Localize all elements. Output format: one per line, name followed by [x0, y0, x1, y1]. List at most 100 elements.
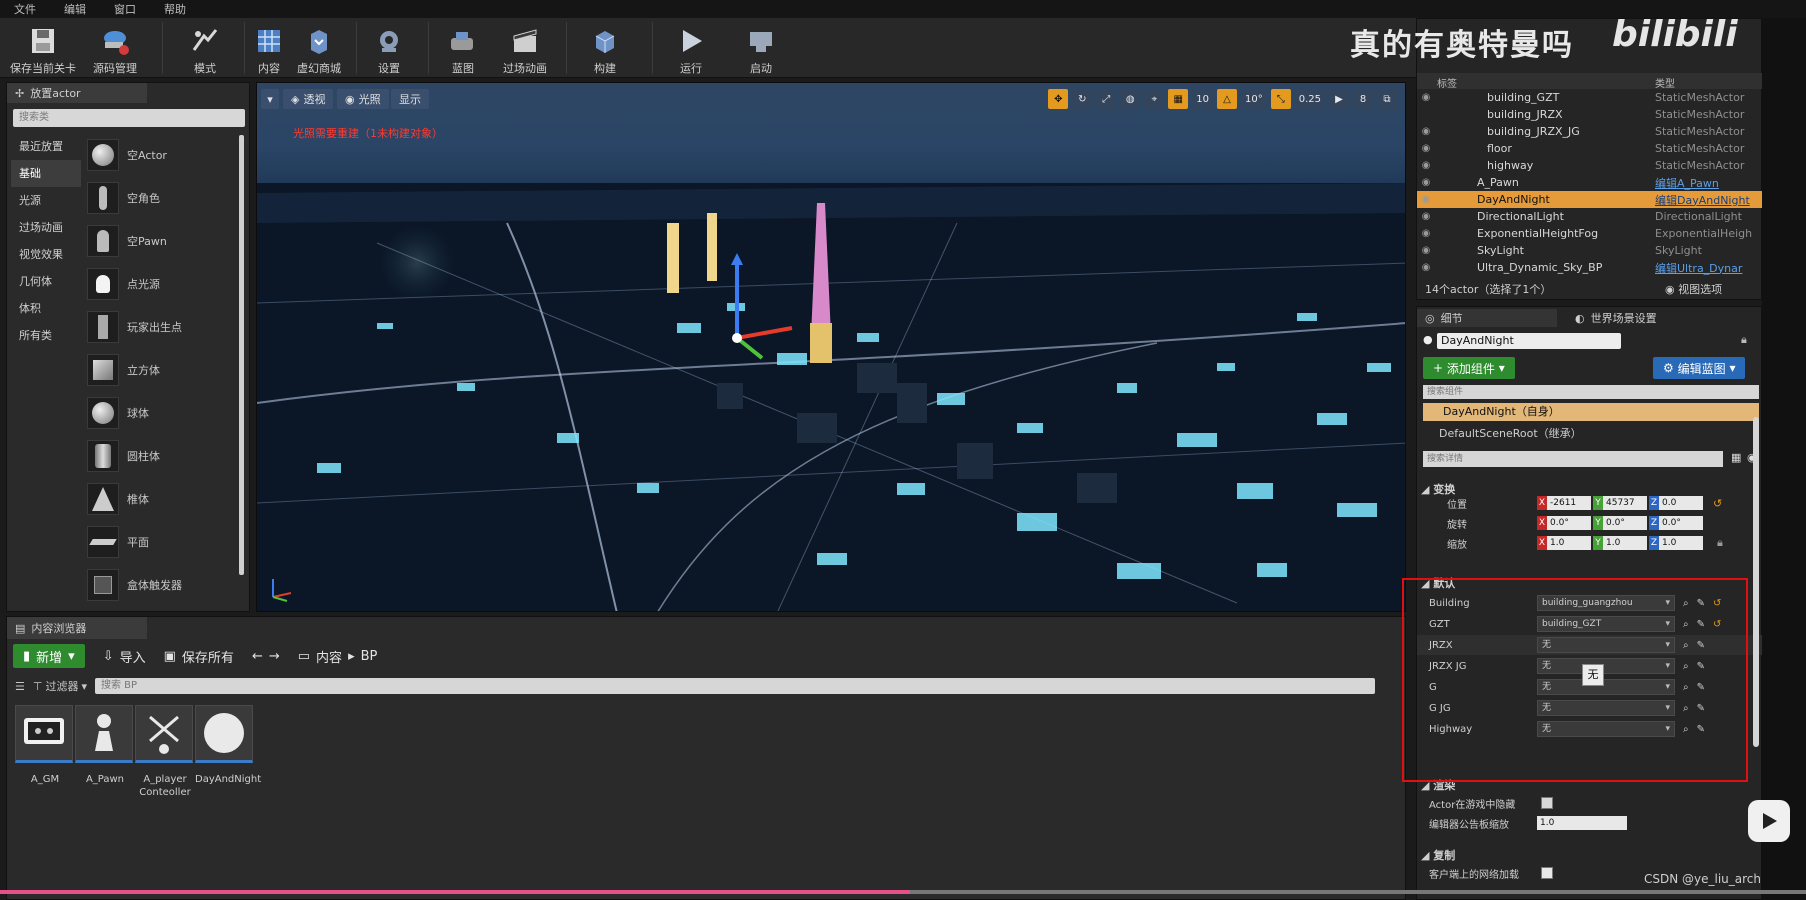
- category-all-classes[interactable]: 所有类: [11, 322, 81, 349]
- add-new-button[interactable]: ▮ 新增 ▾: [13, 644, 85, 668]
- edit-blueprint-link[interactable]: 编辑DayAndNight: [1655, 192, 1750, 208]
- outliner-row[interactable]: ◉ A_Pawn 编辑A_Pawn: [1417, 174, 1763, 191]
- menu-help[interactable]: 帮助: [164, 1, 186, 17]
- rotation-y-value[interactable]: 0.0°: [1603, 516, 1647, 530]
- outliner-row[interactable]: ◉ building_GZT StaticMeshActor: [1417, 89, 1763, 106]
- location-x-value[interactable]: -2611: [1547, 496, 1591, 510]
- outliner-row[interactable]: building_JRZX StaticMeshActor: [1417, 106, 1763, 123]
- settings-button[interactable]: 设置: [354, 22, 424, 76]
- view-options-button[interactable]: ◉ 视图选项: [1665, 281, 1722, 297]
- cinematics-button[interactable]: 过场动画: [490, 22, 560, 76]
- level-viewport[interactable]: ▾ ◈ 透视 ◉ 光照 显示 光照需要重建（1未构建对象） ✥ ↻ ⤢ ◍ ⌖ ▦ …: [256, 82, 1406, 612]
- scale-snap-icon[interactable]: ⤡: [1270, 89, 1291, 109]
- eye-icon[interactable]: ◉: [1417, 92, 1435, 103]
- actor-name-field[interactable]: DayAndNight: [1437, 333, 1621, 349]
- outliner-row[interactable]: ◉ floor StaticMeshActor: [1417, 140, 1763, 157]
- scale-tool-icon[interactable]: ⤢: [1096, 89, 1117, 109]
- filter-button[interactable]: ⊤ 过滤器 ▾: [33, 678, 87, 694]
- rotation-x[interactable]: X 0.0°: [1537, 516, 1591, 530]
- component-root-row[interactable]: DefaultSceneRoot（继承）: [1439, 425, 1582, 441]
- component-search-input[interactable]: 搜索组件: [1423, 385, 1759, 399]
- camera-speed-value[interactable]: 8: [1353, 89, 1373, 109]
- scale-z[interactable]: Z 1.0: [1649, 536, 1703, 550]
- perspective-button[interactable]: ◈ 透视: [283, 89, 334, 109]
- place-panel-scrollbar[interactable]: [239, 135, 244, 575]
- build-button[interactable]: 构建: [570, 22, 640, 76]
- camera-speed-icon[interactable]: ▶: [1329, 89, 1349, 109]
- lit-button[interactable]: ◉ 光照: [337, 89, 389, 109]
- save-all-button[interactable]: ▣ 保存所有: [164, 647, 234, 666]
- outliner-row[interactable]: ◉ building_JRZX_JG StaticMeshActor: [1417, 123, 1763, 140]
- rotation-z[interactable]: Z 0.0°: [1649, 516, 1703, 530]
- maximize-viewport-icon[interactable]: ⧉: [1377, 89, 1397, 109]
- category-geometry[interactable]: 几何体: [11, 268, 81, 295]
- rotation-snap-value[interactable]: 10°: [1241, 89, 1267, 109]
- grid-view-icon[interactable]: ▦: [1731, 451, 1741, 464]
- location-y-value[interactable]: 45737: [1603, 496, 1647, 510]
- breadcrumb-bp[interactable]: BP: [361, 649, 378, 664]
- place-item-plane[interactable]: 平面: [87, 520, 243, 563]
- lock-icon[interactable]: 🔒︎: [1741, 333, 1747, 347]
- outliner-row-selected[interactable]: ◉ DayAndNight 编辑DayAndNight: [1417, 191, 1763, 208]
- import-button[interactable]: ⇩ 导入: [103, 647, 146, 666]
- play-button[interactable]: 运行: [656, 22, 726, 76]
- scale-y[interactable]: Y 1.0: [1593, 536, 1647, 550]
- hidden-in-game-checkbox[interactable]: [1541, 797, 1553, 809]
- billboard-scale-value[interactable]: 1.0: [1537, 816, 1627, 830]
- scale-z-value[interactable]: 1.0: [1659, 536, 1703, 550]
- category-lights[interactable]: 光源: [11, 187, 81, 214]
- eye-icon[interactable]: ◉: [1417, 160, 1435, 171]
- eye-icon[interactable]: ◉: [1417, 126, 1435, 137]
- asset-tile-player-controller[interactable]: A_player Conteoller: [135, 705, 195, 799]
- show-button[interactable]: 显示: [391, 89, 429, 109]
- rotate-tool-icon[interactable]: ↻: [1072, 89, 1093, 109]
- location-z-value[interactable]: 0.0: [1659, 496, 1703, 510]
- place-item-cube[interactable]: 立方体: [87, 348, 243, 391]
- location-y[interactable]: Y 45737: [1593, 496, 1647, 510]
- video-play-icon[interactable]: [1748, 800, 1790, 842]
- asset-tile-a-pawn[interactable]: A_Pawn: [75, 705, 135, 786]
- scale-snap-value[interactable]: 0.25: [1294, 89, 1325, 109]
- eye-icon[interactable]: ◉: [1417, 262, 1435, 273]
- rotation-y[interactable]: Y 0.0°: [1593, 516, 1647, 530]
- translate-tool-icon[interactable]: ✥: [1048, 89, 1069, 109]
- reset-icon[interactable]: ↺: [1713, 497, 1722, 510]
- rotation-snap-icon[interactable]: △: [1217, 89, 1237, 109]
- category-volumes[interactable]: 体积: [11, 295, 81, 322]
- breadcrumb-content[interactable]: 内容: [316, 647, 342, 666]
- place-item-cylinder[interactable]: 圆柱体: [87, 434, 243, 477]
- category-basic[interactable]: 基础: [11, 160, 81, 187]
- details-scrollbar[interactable]: [1753, 417, 1759, 747]
- outliner-row[interactable]: ◉ Ultra_Dynamic_Sky_BP 编辑Ultra_Dynar: [1417, 259, 1763, 276]
- eye-icon[interactable]: ◉: [1417, 228, 1435, 239]
- tab-place-actor[interactable]: ✢ 放置actor: [7, 83, 147, 103]
- place-item-point-light[interactable]: 点光源: [87, 262, 243, 305]
- edit-blueprint-button[interactable]: ⚙ 编辑蓝图 ▾: [1653, 357, 1746, 379]
- menu-window[interactable]: 窗口: [114, 1, 136, 17]
- place-item-empty-pawn[interactable]: 空Pawn: [87, 219, 243, 262]
- place-item-cone[interactable]: 椎体: [87, 477, 243, 520]
- source-control-button[interactable]: 源码管理: [80, 22, 150, 76]
- add-component-button[interactable]: + 添加组件 ▾: [1423, 357, 1515, 379]
- place-item-sphere[interactable]: 球体: [87, 391, 243, 434]
- scale-y-value[interactable]: 1.0: [1603, 536, 1647, 550]
- grid-snap-icon[interactable]: ▦: [1168, 89, 1189, 109]
- outliner-row[interactable]: ◉ SkyLight SkyLight: [1417, 242, 1763, 259]
- world-space-icon[interactable]: ◍: [1120, 89, 1141, 109]
- eye-icon[interactable]: ◉: [1417, 194, 1435, 205]
- column-type[interactable]: 类型: [1655, 75, 1675, 90]
- lock-icon[interactable]: 🔒︎: [1717, 536, 1723, 550]
- marketplace-button[interactable]: 虚幻商城: [284, 22, 354, 76]
- scale-x-value[interactable]: 1.0: [1547, 536, 1591, 550]
- column-label[interactable]: 标签: [1437, 75, 1457, 90]
- asset-search-input[interactable]: 搜索 BP: [95, 678, 1375, 694]
- tab-world-settings[interactable]: ◐ 世界场景设置: [1567, 309, 1657, 327]
- eye-icon[interactable]: ◉: [1417, 177, 1435, 188]
- replication-section-header[interactable]: ◢ 复制: [1421, 847, 1455, 863]
- component-self-row[interactable]: DayAndNight（自身）: [1423, 403, 1759, 421]
- history-back-button[interactable]: ← →: [252, 649, 280, 664]
- tree-toggle-icon[interactable]: ☰: [15, 680, 25, 693]
- place-item-empty-character[interactable]: 空角色: [87, 176, 243, 219]
- details-search-input[interactable]: 搜索详情: [1423, 451, 1723, 467]
- outliner-row[interactable]: ◉ ExponentialHeightFog ExponentialHeigh: [1417, 225, 1763, 242]
